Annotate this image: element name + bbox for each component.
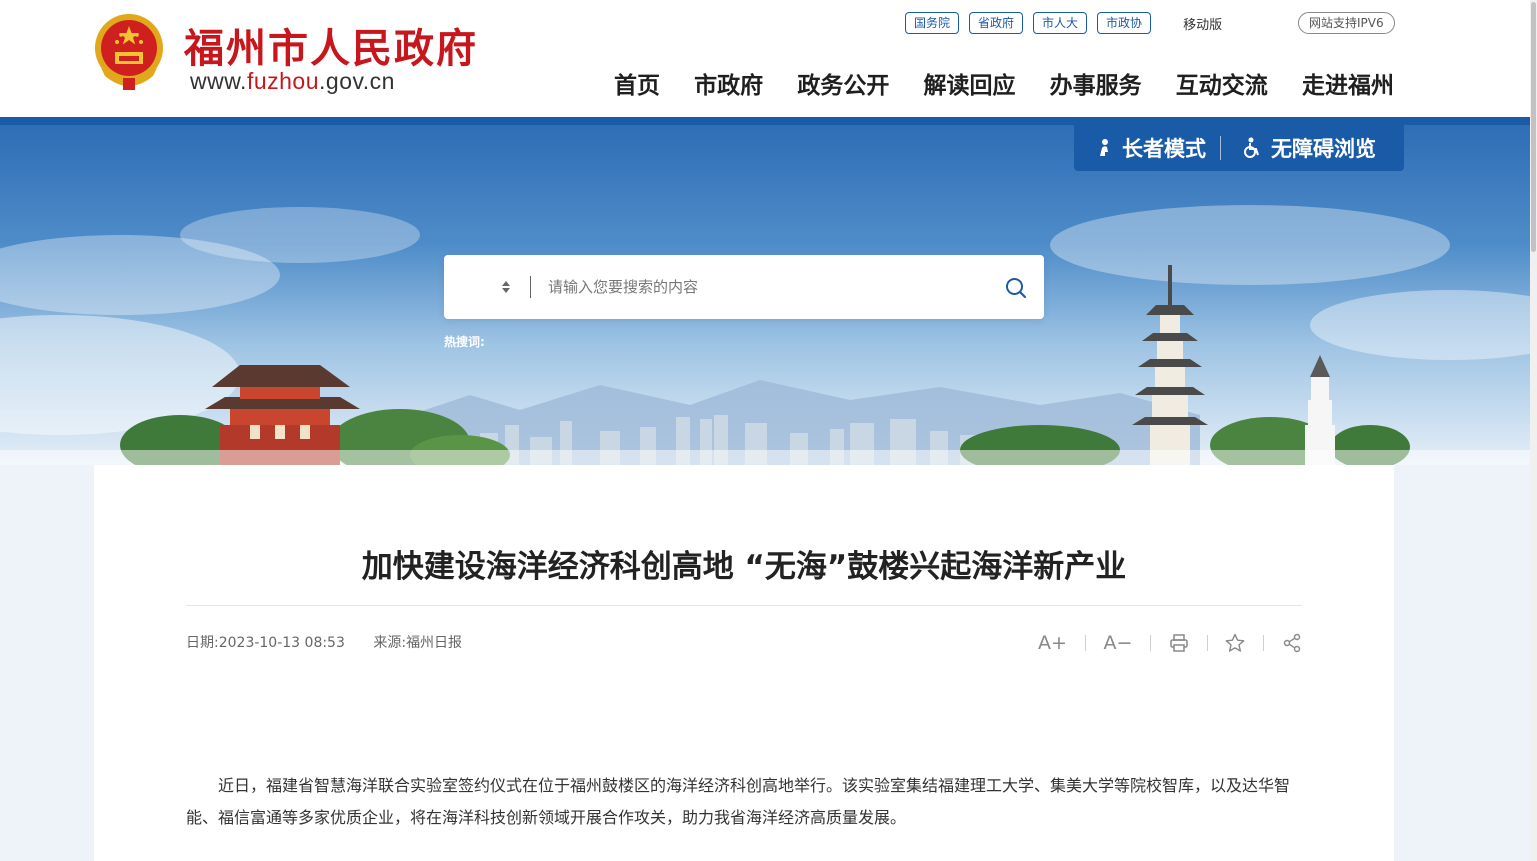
top-links: 国务院 省政府 市人大 市政协 移动版 [905, 12, 1222, 34]
elder-icon [1100, 139, 1108, 156]
article-meta: 日期:2023-10-13 08:53 来源:福州日报 [186, 632, 486, 652]
site-url: www.fuzhou.gov.cn [190, 68, 395, 95]
tool-divider [1206, 635, 1208, 651]
nav-government-affairs[interactable]: 政务公开 [797, 66, 889, 100]
site-url-prefix: www. [190, 68, 247, 94]
share-button[interactable] [1282, 633, 1302, 653]
search-input[interactable] [548, 269, 988, 305]
font-increase-button[interactable]: A+ [1038, 632, 1067, 654]
main-nav: 首页 市政府 政务公开 解读回应 办事服务 互动交流 走进福州 [614, 66, 1394, 100]
nav-services[interactable]: 办事服务 [1050, 66, 1142, 100]
header-divider [0, 117, 1537, 125]
scrollbar-thumb[interactable] [1531, 2, 1536, 252]
accessible-browse-button[interactable]: 无障碍浏览 [1221, 133, 1390, 163]
site-url-highlight: fuzhou [246, 68, 320, 94]
search-icon[interactable] [1004, 276, 1028, 300]
ipv6-badge: 网站支持IPV6 [1298, 12, 1395, 34]
national-emblem-icon[interactable] [93, 12, 165, 92]
select-arrows-icon[interactable] [500, 279, 512, 295]
article-title: 加快建设海洋经济科创高地 “无海”鼓楼兴起海洋新产业 [361, 549, 1127, 585]
source-value: 福州日报 [406, 635, 463, 651]
tool-divider [1084, 635, 1086, 651]
wheelchair-icon [1244, 137, 1259, 158]
star-icon [1226, 633, 1245, 652]
nav-interpretation[interactable]: 解读回应 [923, 66, 1015, 100]
article-body-paragraph: 近日，福建省智慧海洋联合实验室签约仪式在位于福州鼓楼区的海洋经济科创高地举行。该… [186, 776, 1291, 827]
elder-mode-button[interactable]: 长者模式 [1074, 133, 1220, 163]
site-title[interactable]: 福州市人民政府 [184, 16, 478, 74]
accessible-browse-label: 无障碍浏览 [1271, 137, 1376, 161]
font-decrease-button[interactable]: A− [1103, 632, 1132, 654]
source-label: 来源: [373, 635, 407, 651]
article-date: 日期:2023-10-13 08:53 [186, 635, 345, 651]
tool-divider [1263, 635, 1265, 651]
print-icon [1170, 634, 1188, 652]
nav-home[interactable]: 首页 [614, 66, 660, 100]
hot-words-label: 热搜词: [444, 335, 485, 349]
date-value: 2023-10-13 08:53 [218, 635, 345, 651]
print-button[interactable] [1169, 633, 1189, 653]
mobile-version-link[interactable]: 移动版 [1183, 14, 1222, 33]
page-scrollbar[interactable] [1530, 0, 1537, 861]
link-provincial-government[interactable]: 省政府 [969, 12, 1024, 34]
nav-interaction[interactable]: 互动交流 [1176, 66, 1268, 100]
elder-mode-label: 长者模式 [1122, 137, 1206, 161]
title-divider [186, 605, 1302, 606]
share-icon [1283, 633, 1301, 653]
article-container: 加快建设海洋经济科创高地 “无海”鼓楼兴起海洋新产业 日期:2023-10-13… [94, 465, 1394, 861]
site-url-suffix: .gov.cn [319, 68, 395, 94]
search-box [444, 255, 1044, 319]
link-city-cppcc[interactable]: 市政协 [1097, 12, 1152, 34]
nav-city-government[interactable]: 市政府 [694, 66, 763, 100]
article-tools: A+ A− [1038, 630, 1302, 656]
nav-about-fuzhou[interactable]: 走进福州 [1302, 66, 1394, 100]
search-divider [530, 276, 531, 298]
accessibility-bar: 长者模式 无障碍浏览 [1074, 125, 1404, 171]
date-label: 日期: [186, 635, 219, 651]
favorite-button[interactable] [1225, 633, 1245, 653]
link-city-congress[interactable]: 市人大 [1033, 12, 1088, 34]
article-source: 来源:福州日报 [373, 635, 462, 651]
site-header: 福州市人民政府 www.fuzhou.gov.cn 国务院 省政府 市人大 市政… [0, 0, 1537, 117]
tool-divider [1150, 635, 1152, 651]
link-state-council[interactable]: 国务院 [905, 12, 960, 34]
